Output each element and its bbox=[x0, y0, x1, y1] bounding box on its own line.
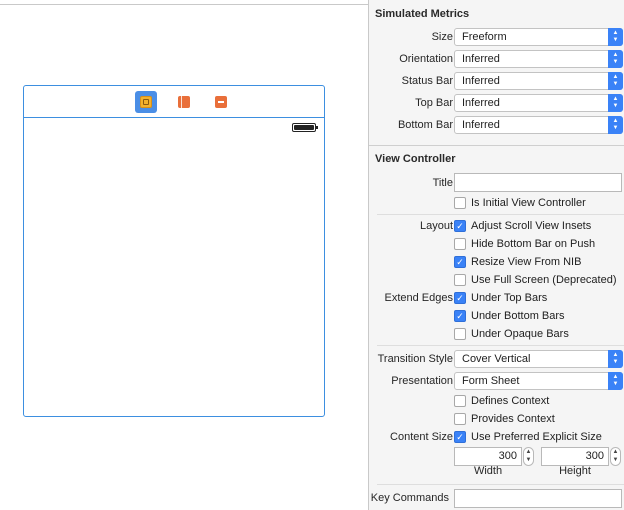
size-popup-value: Freeform bbox=[462, 31, 507, 43]
top-bar-popup-value: Inferred bbox=[462, 97, 500, 109]
storyboard-canvas[interactable] bbox=[0, 0, 368, 510]
checkbox-label: Use Preferred Explicit Size bbox=[471, 431, 602, 443]
provides-context-checkbox[interactable]: Provides Context bbox=[454, 412, 555, 426]
size-popup[interactable]: Freeform ▲ ▼ bbox=[454, 28, 623, 46]
transition-style-label: Transition Style bbox=[377, 353, 453, 365]
checkbox-icon: ✓ bbox=[454, 220, 466, 232]
scene-dock bbox=[24, 86, 324, 118]
chevron-updown-icon: ▲ ▼ bbox=[608, 72, 623, 90]
title-field[interactable] bbox=[454, 173, 622, 192]
under-opaque-bars-checkbox[interactable]: Under Opaque Bars bbox=[454, 327, 569, 341]
layout-label: Layout bbox=[419, 220, 453, 232]
checkbox-icon bbox=[454, 197, 466, 209]
content-size-label: Content Size bbox=[390, 431, 453, 443]
status-bar-popup[interactable]: Inferred ▲ ▼ bbox=[454, 72, 623, 90]
checkbox-icon bbox=[454, 238, 466, 250]
transition-style-value: Cover Vertical bbox=[462, 353, 531, 365]
chevron-updown-icon: ▲ ▼ bbox=[608, 116, 623, 134]
title-label: Title bbox=[432, 177, 453, 189]
section-divider bbox=[369, 145, 624, 146]
checkbox-label: Resize View From NIB bbox=[471, 256, 582, 268]
view-controller-icon[interactable] bbox=[135, 91, 157, 113]
under-top-bars-checkbox[interactable]: ✓ Under Top Bars bbox=[454, 291, 547, 305]
hide-bottom-bar-checkbox[interactable]: Hide Bottom Bar on Push bbox=[454, 237, 595, 251]
chevron-updown-icon: ▲ ▼ bbox=[608, 28, 623, 46]
status-bar-label: Status Bar bbox=[401, 75, 453, 87]
checkbox-label: Hide Bottom Bar on Push bbox=[471, 238, 596, 250]
top-bar-popup[interactable]: Inferred ▲ ▼ bbox=[454, 94, 623, 112]
battery-icon bbox=[292, 123, 318, 132]
bottom-bar-popup[interactable]: Inferred ▲ ▼ bbox=[454, 116, 623, 134]
height-stepper[interactable]: ▲ ▼ bbox=[610, 447, 621, 466]
bottom-bar-label: Bottom Bar bbox=[397, 119, 453, 131]
chevron-updown-icon: ▲ ▼ bbox=[608, 50, 623, 68]
width-stepper[interactable]: ▲ ▼ bbox=[523, 447, 534, 466]
extend-edges-label: Extend Edges bbox=[384, 292, 454, 304]
height-label: Height bbox=[559, 465, 591, 477]
key-commands-label: Key Commands bbox=[370, 492, 449, 504]
top-bar-label: Top Bar bbox=[415, 97, 453, 109]
adjust-scroll-view-insets-checkbox[interactable]: ✓ Adjust Scroll View Insets bbox=[454, 219, 591, 233]
canvas-divider bbox=[0, 4, 368, 5]
checkbox-label: Under Bottom Bars bbox=[471, 310, 565, 322]
exit-icon[interactable] bbox=[210, 91, 232, 113]
width-field[interactable]: 300 bbox=[454, 447, 522, 466]
chevron-updown-icon: ▲ ▼ bbox=[608, 350, 623, 368]
first-responder-icon[interactable] bbox=[173, 91, 195, 113]
checkbox-label: Use Full Screen (Deprecated) bbox=[471, 274, 617, 286]
checkbox-label: Provides Context bbox=[471, 413, 555, 425]
checkbox-icon: ✓ bbox=[454, 310, 466, 322]
size-label: Size bbox=[431, 31, 453, 43]
checkbox-icon bbox=[454, 328, 466, 340]
presentation-value: Form Sheet bbox=[462, 375, 520, 387]
view-controller-scene[interactable] bbox=[23, 85, 325, 417]
use-full-screen-checkbox[interactable]: Use Full Screen (Deprecated) bbox=[454, 273, 617, 287]
checkbox-icon bbox=[454, 274, 466, 286]
chevron-updown-icon: ▲ ▼ bbox=[608, 94, 623, 112]
view-controller-title: View Controller bbox=[375, 153, 456, 165]
use-preferred-explicit-size-checkbox[interactable]: ✓ Use Preferred Explicit Size bbox=[454, 430, 602, 444]
checkbox-icon: ✓ bbox=[454, 292, 466, 304]
checkbox-label: Under Top Bars bbox=[471, 292, 548, 304]
key-commands-field[interactable] bbox=[454, 489, 622, 508]
group-divider bbox=[377, 345, 624, 346]
checkbox-label: Defines Context bbox=[471, 395, 550, 407]
orientation-label: Orientation bbox=[399, 53, 453, 65]
checkbox-icon bbox=[454, 395, 466, 407]
presentation-label: Presentation bbox=[391, 375, 453, 387]
bottom-bar-popup-value: Inferred bbox=[462, 119, 500, 131]
group-divider bbox=[377, 484, 624, 485]
checkbox-icon: ✓ bbox=[454, 256, 466, 268]
defines-context-checkbox[interactable]: Defines Context bbox=[454, 394, 549, 408]
under-bottom-bars-checkbox[interactable]: ✓ Under Bottom Bars bbox=[454, 309, 565, 323]
checkbox-label: Adjust Scroll View Insets bbox=[471, 220, 592, 232]
checkbox-icon bbox=[454, 413, 466, 425]
transition-style-popup[interactable]: Cover Vertical ▲ ▼ bbox=[454, 350, 623, 368]
chevron-updown-icon: ▲ ▼ bbox=[608, 372, 623, 390]
checkbox-icon: ✓ bbox=[454, 431, 466, 443]
group-divider bbox=[377, 214, 624, 215]
attributes-inspector: Simulated Metrics Size Freeform ▲ ▼ Orien… bbox=[368, 0, 624, 510]
height-field[interactable]: 300 bbox=[541, 447, 609, 466]
presentation-popup[interactable]: Form Sheet ▲ ▼ bbox=[454, 372, 623, 390]
is-initial-label: Is Initial View Controller bbox=[471, 197, 586, 209]
resize-view-from-nib-checkbox[interactable]: ✓ Resize View From NIB bbox=[454, 255, 581, 269]
is-initial-checkbox[interactable]: Is Initial View Controller bbox=[454, 196, 586, 210]
simulated-metrics-title: Simulated Metrics bbox=[375, 8, 470, 20]
width-label: Width bbox=[473, 465, 503, 477]
checkbox-label: Under Opaque Bars bbox=[471, 328, 569, 340]
orientation-popup[interactable]: Inferred ▲ ▼ bbox=[454, 50, 623, 68]
status-bar-popup-value: Inferred bbox=[462, 75, 500, 87]
orientation-popup-value: Inferred bbox=[462, 53, 500, 65]
